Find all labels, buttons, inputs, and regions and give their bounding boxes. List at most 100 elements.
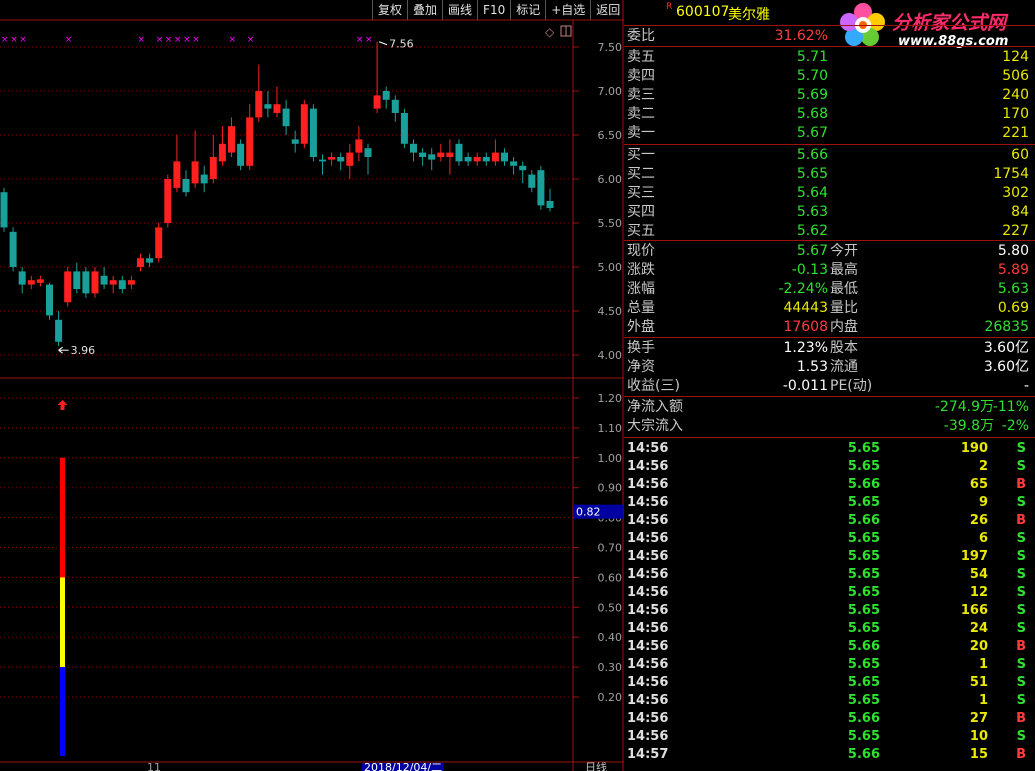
signal-mark: × xyxy=(156,35,164,45)
tick-time: 14:56 xyxy=(627,459,669,474)
candle-body xyxy=(64,271,72,303)
stat-value: -2.24% xyxy=(778,281,828,297)
signal-mark: × xyxy=(192,35,200,45)
stat-value: 17608 xyxy=(783,319,828,335)
stat-label: 外盘 xyxy=(627,319,655,335)
tick-volume: 54 xyxy=(969,567,988,582)
candle-body xyxy=(264,104,272,109)
tick-side: B xyxy=(1016,513,1026,528)
tick-side: B xyxy=(1016,477,1026,492)
signal-mark: × xyxy=(10,35,18,45)
candle-body xyxy=(9,231,17,267)
candle-body xyxy=(528,174,536,188)
tick-time: 14:56 xyxy=(627,675,669,690)
tick-side: S xyxy=(1016,585,1026,600)
tick-time: 14:56 xyxy=(627,567,669,582)
tick-row: 14:56 5.65 1 S xyxy=(627,692,1032,710)
separator-sell-buy xyxy=(624,144,1035,145)
tick-price: 5.65 xyxy=(847,459,880,474)
indicator-axis-label: 1.00 xyxy=(598,452,623,465)
sell-level-row: 卖三 5.69 240 xyxy=(627,86,1032,104)
buy-level-volume: 302 xyxy=(1002,185,1029,201)
tick-volume: 1 xyxy=(978,657,988,672)
tick-row: 14:56 5.65 10 S xyxy=(627,728,1032,746)
tick-price: 5.65 xyxy=(847,657,880,672)
tick-side: S xyxy=(1016,729,1026,744)
buy-level-volume: 84 xyxy=(1011,204,1029,220)
diamond-icon[interactable]: ◇ xyxy=(545,25,555,39)
buy-level-row: 买一 5.66 60 xyxy=(627,146,1032,164)
candle-body xyxy=(319,159,326,162)
signal-mark: × xyxy=(1,35,9,45)
tick-price: 5.66 xyxy=(847,747,880,762)
tick-time: 14:56 xyxy=(627,603,669,618)
stat-value: -0.13 xyxy=(791,262,828,278)
tick-volume: 190 xyxy=(960,441,988,456)
candle-body xyxy=(491,152,499,162)
tick-price: 5.65 xyxy=(847,549,880,564)
candle-body xyxy=(410,143,417,153)
tick-row: 14:56 5.65 6 S xyxy=(627,530,1032,548)
indicator-axis-label: 1.20 xyxy=(598,392,623,405)
candle-body xyxy=(191,161,199,184)
fund-label-2: 流通 xyxy=(830,359,858,375)
chart-area[interactable]: 7.507.006.506.005.505.004.504.00◇× × × × × × ×… xyxy=(0,0,624,771)
tick-volume: 51 xyxy=(969,675,988,690)
tick-time: 14:56 xyxy=(627,513,669,528)
candle-body xyxy=(173,161,181,188)
tick-row: 14:56 5.65 54 S xyxy=(627,566,1032,584)
price-axis-label: 7.00 xyxy=(598,85,623,98)
tick-price: 5.65 xyxy=(847,675,880,690)
candle-body xyxy=(282,108,290,127)
candle-body xyxy=(91,271,99,294)
stock-code: 600107 xyxy=(676,4,730,20)
indicator-axis-label: 0.40 xyxy=(598,631,623,644)
fund-value: -0.011 xyxy=(782,378,828,394)
tick-time: 14:56 xyxy=(627,585,669,600)
tick-row: 14:56 5.65 24 S xyxy=(627,620,1032,638)
tick-side: S xyxy=(1016,549,1026,564)
indicator-bar-yellow xyxy=(60,577,65,668)
buy-level-price: 5.63 xyxy=(796,204,828,220)
price-axis-label: 5.00 xyxy=(598,261,623,274)
tick-time: 14:56 xyxy=(627,711,669,726)
candle-body xyxy=(36,279,44,283)
tick-price: 5.65 xyxy=(847,729,880,744)
candle-body xyxy=(218,143,226,162)
signal-mark: × xyxy=(365,35,373,45)
sell-level-label: 卖五 xyxy=(627,49,655,65)
signal-mark: × xyxy=(19,35,27,45)
candle-body xyxy=(27,280,35,285)
tick-row: 14:57 5.66 15 B xyxy=(627,746,1032,764)
candle-body xyxy=(18,271,26,285)
tick-time: 14:56 xyxy=(627,693,669,708)
flow-row: 大宗流入 -39.8万 -2% xyxy=(627,417,1032,435)
fund-value: 1.53 xyxy=(796,359,828,375)
tick-row: 14:56 5.65 51 S xyxy=(627,674,1032,692)
stat-label-2: 最高 xyxy=(830,262,858,278)
tick-price: 5.66 xyxy=(847,513,880,528)
separator-fund-flow xyxy=(624,396,1035,397)
tick-row: 14:56 5.65 12 S xyxy=(627,584,1032,602)
candle-body xyxy=(446,152,454,157)
candle-body xyxy=(273,104,281,113)
candle-body xyxy=(200,174,208,184)
fund-label: 收益(三) xyxy=(627,378,680,394)
period-label[interactable]: 日线 xyxy=(585,760,607,771)
buy-level-volume: 60 xyxy=(1011,147,1029,163)
sell-level-label: 卖四 xyxy=(627,68,655,84)
candle-body xyxy=(473,157,481,162)
tick-price: 5.65 xyxy=(847,495,880,510)
tick-time: 14:56 xyxy=(627,495,669,510)
flow-amount: -274.9万 xyxy=(934,399,994,415)
buy-signal-arrow-icon xyxy=(57,400,68,410)
tick-time: 14:56 xyxy=(627,639,669,654)
sell-level-label: 卖二 xyxy=(627,106,655,122)
indicator-axis-label: 0.30 xyxy=(598,661,623,674)
sell-level-volume: 170 xyxy=(1002,106,1029,122)
tick-row: 14:56 5.66 20 B xyxy=(627,638,1032,656)
tick-volume: 65 xyxy=(969,477,988,492)
fund-label: 换手 xyxy=(627,340,655,356)
buy-level-label: 买一 xyxy=(627,147,655,163)
signal-mark: × xyxy=(229,35,237,45)
